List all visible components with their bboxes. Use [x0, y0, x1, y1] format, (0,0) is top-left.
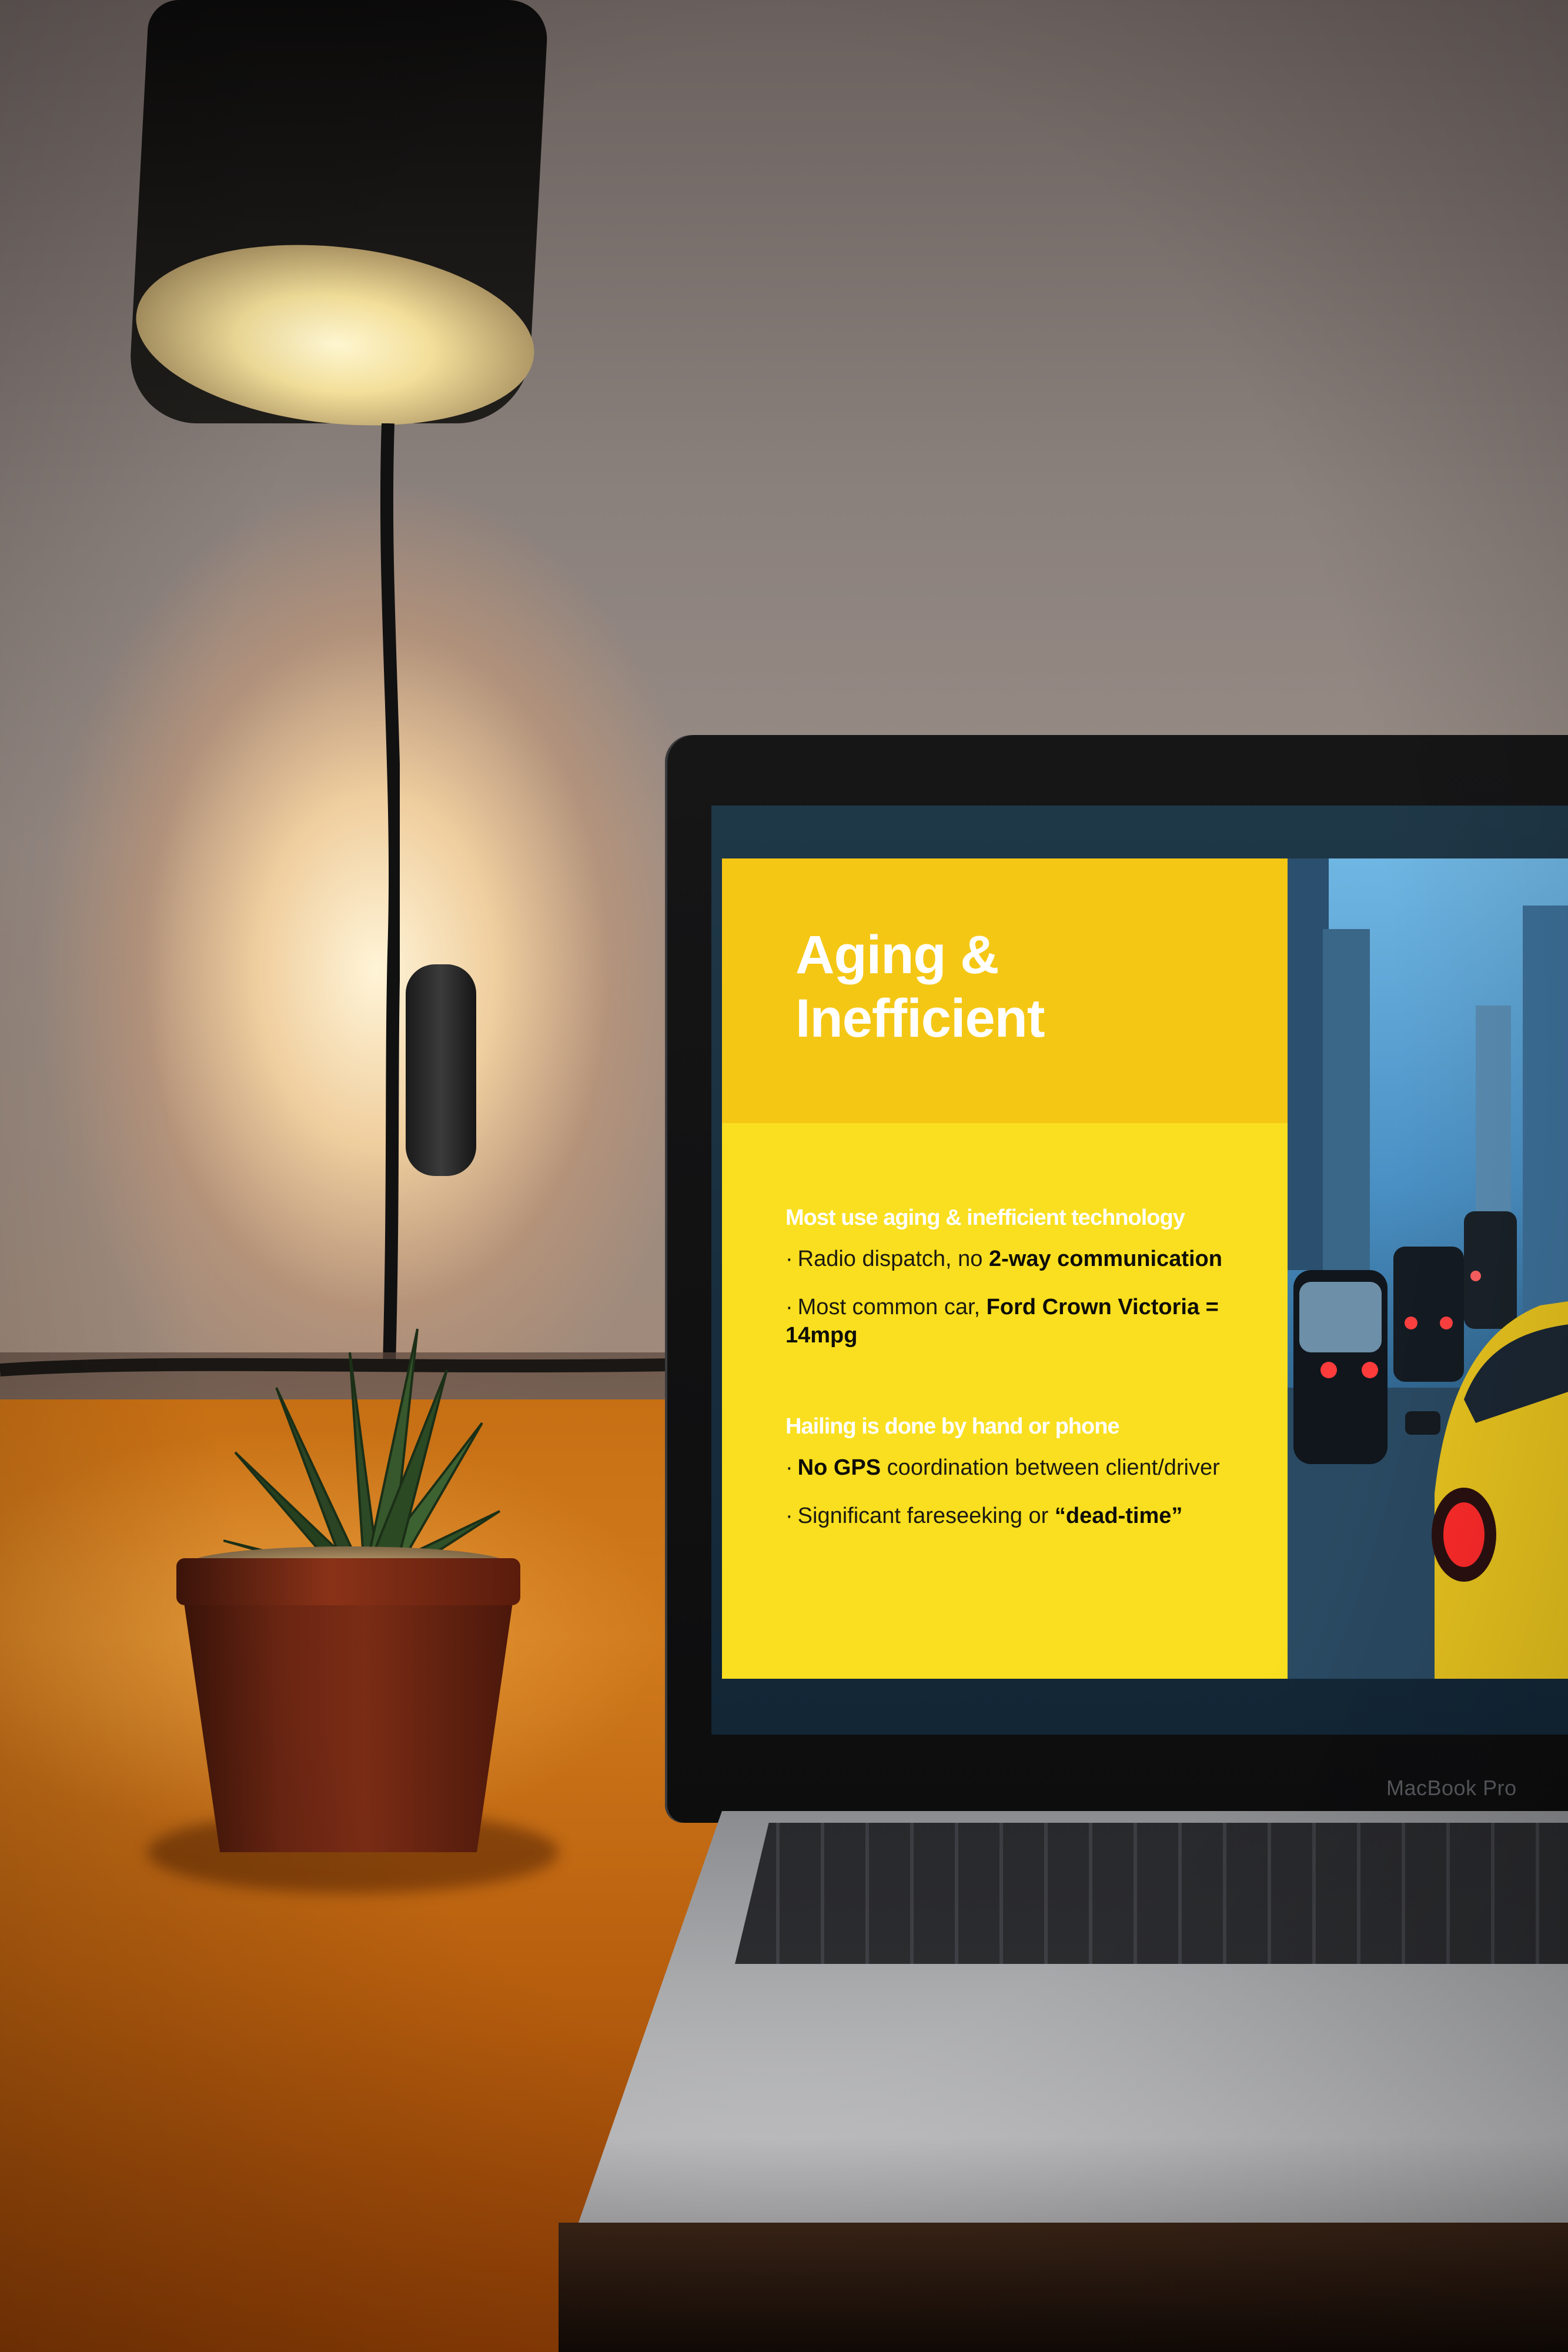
plant-pot-rim: [176, 1558, 520, 1605]
bullet-text: Radio dispatch, no: [797, 1247, 989, 1271]
slide-bullet: · Significant fareseeking or “dead-time”: [785, 1502, 1279, 1530]
slide-bullet: · Most common car, Ford Crown Victoria = …: [785, 1293, 1279, 1349]
slide-title-line2: Inefficient: [795, 988, 1045, 1048]
presentation-slide: Aging & Inefficient Most use aging & ine…: [722, 858, 1568, 1679]
slide-title-band: Aging & Inefficient: [722, 858, 1288, 1123]
slide-city-taxi-photo: [1288, 858, 1568, 1679]
laptop-brand-label: MacBook Pro: [1386, 1776, 1517, 1800]
lamp-cable: [380, 423, 400, 1364]
bullet-bold-text: 2-way communication: [988, 1247, 1222, 1271]
foreground-table-edge: [559, 2223, 1568, 2352]
slide-section-heading-2: Hailing is done by hand or phone: [785, 1414, 1120, 1439]
bullet-dot: ·: [785, 1455, 793, 1480]
bullet-dot: ·: [785, 1295, 793, 1319]
bullet-text-after: coordination between client/driver: [881, 1455, 1220, 1480]
bullet-text: Significant fareseeking or: [797, 1504, 1055, 1528]
plant-pot: [179, 1570, 517, 1852]
slide-section-heading-1: Most use aging & inefficient technology: [785, 1205, 1185, 1230]
slide-title-line1: Aging &: [795, 925, 999, 985]
slide-text-panel: Aging & Inefficient Most use aging & ine…: [722, 858, 1288, 1679]
lamp-switch: [406, 964, 476, 1176]
bullet-bold-text: No GPS: [797, 1455, 881, 1480]
bullet-dot: ·: [785, 1504, 793, 1528]
slide-title: Aging & Inefficient: [795, 923, 1045, 1050]
slide-bullet: · No GPS coordination between client/driv…: [785, 1454, 1279, 1482]
slide-bullet: · Radio dispatch, no 2-way communication: [785, 1245, 1279, 1273]
bullet-text: Most common car,: [797, 1295, 987, 1319]
slide-body: Most use aging & inefficient technology …: [785, 1205, 1279, 1550]
photo-scene: Aging & Inefficient Most use aging & ine…: [0, 0, 1568, 2352]
bullet-dot: ·: [785, 1247, 793, 1271]
city-street-illustration: [1288, 858, 1568, 1679]
bullet-bold-text: “dead-time”: [1054, 1504, 1183, 1528]
laptop-keyboard: [735, 1823, 1568, 1964]
